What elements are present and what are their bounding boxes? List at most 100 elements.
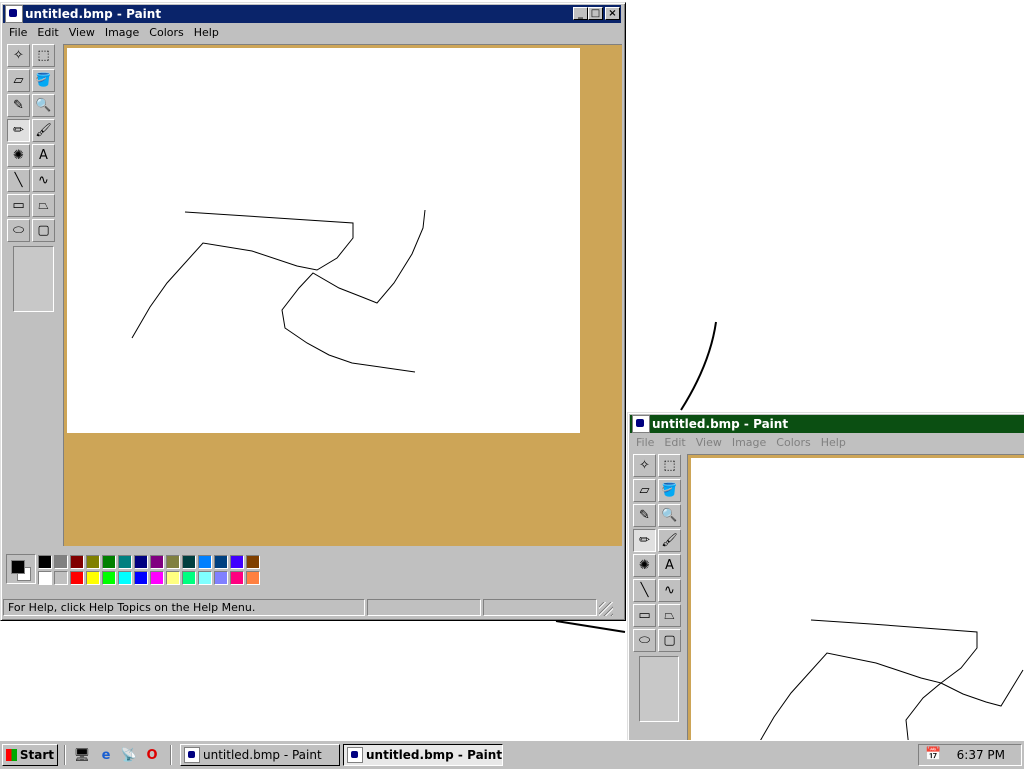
curve-icon[interactable]: ∿ [32, 169, 55, 192]
rounded-rectangle-icon[interactable]: ▢ [32, 219, 55, 242]
menu-edit[interactable]: Edit [32, 24, 63, 42]
magnifier-icon[interactable]: 🔍 [32, 94, 55, 117]
palette-color-swatch[interactable] [70, 571, 84, 585]
paint-app-icon [5, 5, 23, 23]
palette-color-swatch[interactable] [246, 555, 260, 569]
foreground-color [11, 560, 25, 574]
start-button[interactable]: Start [2, 744, 58, 766]
title-bar[interactable]: untitled.bmp - Paint _ □ × [3, 5, 621, 23]
palette-color-swatch[interactable] [150, 555, 164, 569]
palette-color-swatch[interactable] [54, 555, 68, 569]
palette-color-swatch[interactable] [70, 555, 84, 569]
paint-app-icon [632, 415, 650, 433]
palette-color-swatch[interactable] [134, 555, 148, 569]
line-icon[interactable]: ╲ [7, 169, 30, 192]
rectangle-icon[interactable]: ▭ [633, 604, 656, 627]
palette-color-swatch[interactable] [86, 555, 100, 569]
paint-window-second[interactable]: untitled.bmp - Paint File Edit View Imag… [627, 412, 1024, 758]
channels-icon[interactable]: 📡 [121, 747, 137, 763]
palette-color-swatch[interactable] [246, 571, 260, 585]
line-icon[interactable]: ╲ [633, 579, 656, 602]
maximize-button[interactable]: □ [588, 7, 603, 20]
menu-colors[interactable]: Colors [771, 434, 815, 452]
palette-color-swatch[interactable] [118, 555, 132, 569]
menu-image[interactable]: Image [727, 434, 771, 452]
curve-icon[interactable]: ∿ [658, 579, 681, 602]
text-icon[interactable]: A [658, 554, 681, 577]
airbrush-icon[interactable]: ✺ [7, 144, 30, 167]
menu-file[interactable]: File [4, 24, 32, 42]
palette-color-swatch[interactable] [118, 571, 132, 585]
menu-view[interactable]: View [64, 24, 100, 42]
eraser-icon[interactable]: ▱ [7, 69, 30, 92]
menu-help[interactable]: Help [189, 24, 224, 42]
current-colors[interactable] [6, 554, 36, 584]
scheduler-icon[interactable]: 📅 [925, 747, 941, 762]
rectangle-icon[interactable]: ▭ [7, 194, 30, 217]
pick-color-icon[interactable]: ✎ [7, 94, 30, 117]
ellipse-icon[interactable]: ⬭ [633, 629, 656, 652]
select-icon[interactable]: ⬚ [32, 44, 55, 67]
menu-edit[interactable]: Edit [659, 434, 690, 452]
palette-color-swatch[interactable] [198, 555, 212, 569]
palette-color-swatch[interactable] [214, 555, 228, 569]
palette-color-swatch[interactable] [38, 571, 52, 585]
menu-file[interactable]: File [631, 434, 659, 452]
ie-icon[interactable]: e [98, 747, 114, 763]
tool-options-box[interactable] [13, 246, 54, 312]
window-title: untitled.bmp - Paint [652, 417, 789, 431]
palette-color-swatch[interactable] [86, 571, 100, 585]
polygon-icon[interactable]: ⏢ [32, 194, 55, 217]
airbrush-icon[interactable]: ✺ [633, 554, 656, 577]
drawing-canvas[interactable] [67, 48, 580, 433]
paint-window-main[interactable]: untitled.bmp - Paint _ □ × File Edit Vie… [0, 2, 626, 621]
palette-color-swatch[interactable] [214, 571, 228, 585]
palette-color-swatch[interactable] [182, 555, 196, 569]
clock[interactable]: 6:37 PM [957, 748, 1005, 762]
show-desktop-icon[interactable]: 🖥 [74, 747, 91, 763]
brush-icon[interactable]: 🖌 [32, 119, 55, 142]
pencil-icon[interactable]: ✏ [7, 119, 30, 142]
magnifier-icon[interactable]: 🔍 [658, 504, 681, 527]
palette-color-swatch[interactable] [102, 555, 116, 569]
pencil-icon[interactable]: ✏ [633, 529, 656, 552]
title-bar[interactable]: untitled.bmp - Paint [630, 415, 1024, 433]
ellipse-icon[interactable]: ⬭ [7, 219, 30, 242]
taskbar-button-paint-1[interactable]: untitled.bmp - Paint [180, 744, 340, 766]
menu-help[interactable]: Help [816, 434, 851, 452]
text-icon[interactable]: A [32, 144, 55, 167]
palette-color-swatch[interactable] [54, 571, 68, 585]
opera-icon[interactable]: O [144, 747, 160, 763]
pick-color-icon[interactable]: ✎ [633, 504, 656, 527]
taskbar-button-paint-2[interactable]: untitled.bmp - Paint [343, 744, 503, 766]
palette-color-swatch[interactable] [38, 555, 52, 569]
menu-image[interactable]: Image [100, 24, 144, 42]
tool-options-box[interactable] [639, 656, 679, 722]
palette-color-swatch[interactable] [166, 555, 180, 569]
fill-icon[interactable]: 🪣 [32, 69, 55, 92]
close-button[interactable]: × [605, 7, 620, 20]
select-icon[interactable]: ⬚ [658, 454, 681, 477]
polygon-icon[interactable]: ⏢ [658, 604, 681, 627]
palette-color-swatch[interactable] [134, 571, 148, 585]
palette-color-swatch[interactable] [150, 571, 164, 585]
menu-colors[interactable]: Colors [144, 24, 188, 42]
brush-icon[interactable]: 🖌 [658, 529, 681, 552]
drawing-canvas[interactable] [691, 458, 1024, 758]
palette-color-swatch[interactable] [182, 571, 196, 585]
palette-color-swatch[interactable] [166, 571, 180, 585]
taskbar: Start 🖥 e 📡 O untitled.bmp - Paint untit… [0, 740, 1024, 769]
size-grip[interactable] [599, 602, 613, 616]
menu-view[interactable]: View [691, 434, 727, 452]
minimize-button[interactable]: _ [573, 7, 588, 20]
palette-color-swatch[interactable] [230, 555, 244, 569]
palette-color-swatch[interactable] [230, 571, 244, 585]
free-form-select-icon[interactable]: ✧ [7, 44, 30, 67]
palette-color-swatch[interactable] [198, 571, 212, 585]
fill-icon[interactable]: 🪣 [658, 479, 681, 502]
taskbar-separator [170, 745, 172, 765]
free-form-select-icon[interactable]: ✧ [633, 454, 656, 477]
palette-color-swatch[interactable] [102, 571, 116, 585]
eraser-icon[interactable]: ▱ [633, 479, 656, 502]
rounded-rectangle-icon[interactable]: ▢ [658, 629, 681, 652]
